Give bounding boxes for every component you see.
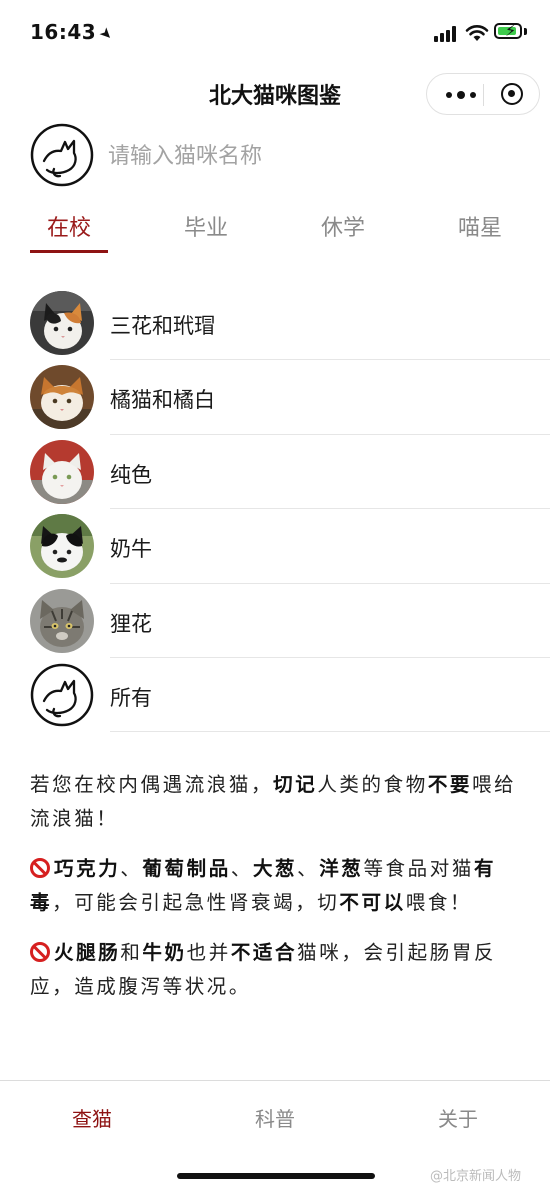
category-all[interactable]: 所有 (0, 658, 550, 733)
prohibited-icon (30, 858, 50, 878)
category-label: 狸花 (110, 611, 152, 636)
battery-cap (524, 28, 527, 35)
divider (110, 731, 550, 733)
cellular-signal-icon (434, 26, 458, 42)
charging-bolt-icon: ⚡ (505, 21, 517, 40)
status-time: 16:43➤ (30, 20, 118, 45)
tabbar-science[interactable]: 科普 (215, 1103, 335, 1132)
category-label: 三花和玳瑁 (110, 314, 215, 338)
watermark: @北京新闻人物 (430, 1169, 522, 1184)
wifi-icon (465, 25, 489, 41)
category-calico[interactable]: 三花和玳瑁 (0, 286, 550, 361)
tabbar-about[interactable]: 关于 (398, 1103, 518, 1132)
tab-cat-star[interactable]: 喵星 (440, 210, 520, 242)
more-icon[interactable] (443, 80, 479, 108)
clock-text: 16:43 (30, 20, 97, 44)
miniprogram-capsule (426, 73, 540, 115)
tuxedo-cat-photo (30, 514, 94, 579)
tabby-cat-photo (30, 588, 94, 653)
category-orange[interactable]: 橘猫和橘白 (0, 360, 550, 435)
tab-graduated[interactable]: 毕业 (166, 210, 246, 242)
calico-cat-photo (30, 291, 94, 355)
orange-cat-photo (30, 365, 94, 430)
notice-paragraph-3: 火腿肠和牛奶也并不适合猫咪，会引起肠胃反应，造成腹泻等状况。 (30, 941, 497, 998)
tab-suspended[interactable]: 休学 (303, 210, 383, 242)
category-tabby[interactable]: 狸花 (0, 584, 550, 658)
category-list: 三花和玳瑁 橘猫和橘白 纯色 奶牛 狸花 所有 (0, 286, 550, 733)
notice-paragraph-2: 巧克力、葡萄制品、大葱、洋葱等食品对猫有毒，可能会引起急性肾衰竭，切不可以喂食！ (30, 857, 497, 914)
notice-paragraph-1: 若您在校内偶遇流浪猫，切记人类的食物不要喂给流浪猫！ (30, 773, 517, 830)
category-label: 纯色 (110, 462, 152, 487)
location-arrow-icon: ➤ (95, 23, 118, 45)
prohibited-icon (30, 942, 50, 962)
category-solid[interactable]: 纯色 (0, 435, 550, 510)
status-tabs: 在校 毕业 休学 喵星 (0, 198, 550, 254)
category-tuxedo[interactable]: 奶牛 (0, 509, 550, 584)
search-input[interactable] (108, 136, 508, 176)
cat-logo-icon (30, 663, 94, 727)
cat-logo-icon (30, 123, 94, 187)
category-label: 橘猫和橘白 (110, 388, 215, 413)
home-indicator[interactable] (177, 1173, 375, 1179)
white-cat-photo (30, 439, 94, 504)
feeding-notice: 若您在校内偶遇流浪猫，切记人类的食物不要喂给流浪猫！ 巧克力、葡萄制品、大葱、洋… (30, 768, 522, 1020)
active-tab-underline (30, 250, 108, 253)
tab-enrolled[interactable]: 在校 (29, 210, 109, 242)
category-label: 所有 (110, 685, 152, 710)
capsule-divider (483, 84, 484, 106)
status-bar: 16:43➤ ⚡ (0, 0, 550, 66)
tabbar-browse-cats[interactable]: 查猫 (32, 1103, 152, 1132)
category-label: 奶牛 (110, 537, 152, 562)
close-miniprogram-icon[interactable] (501, 83, 523, 105)
